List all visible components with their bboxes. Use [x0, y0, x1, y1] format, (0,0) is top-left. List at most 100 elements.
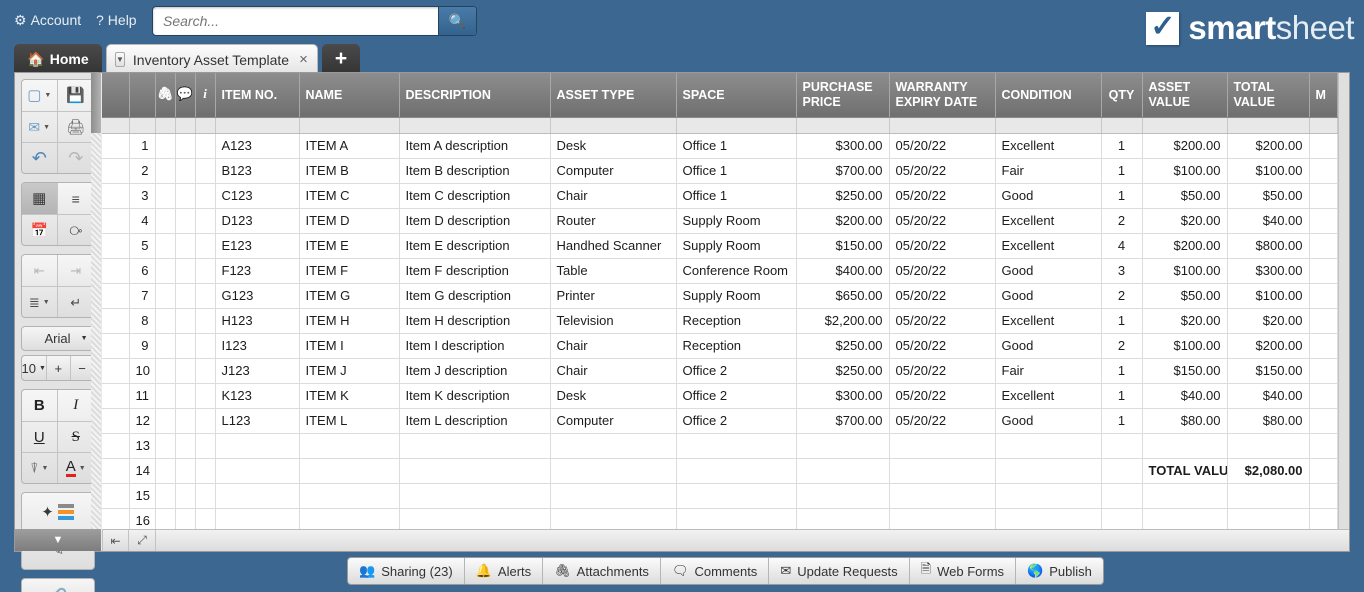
cell-asset_value[interactable]: $100.00 — [1142, 258, 1228, 284]
cell-condition[interactable]: Good — [995, 183, 1102, 209]
cell-item_no[interactable]: F123 — [215, 258, 300, 284]
row-handle[interactable] — [102, 283, 130, 309]
cell-asset_value[interactable]: $100.00 — [1142, 333, 1228, 359]
row-handle[interactable] — [102, 258, 130, 284]
cell-m[interactable] — [1309, 358, 1338, 384]
publish-button[interactable]: 🌎 Publish — [1015, 558, 1103, 584]
grid-view-button[interactable]: ▦ — [21, 183, 57, 214]
cell-m[interactable] — [1309, 133, 1338, 159]
cell-comment[interactable] — [175, 158, 196, 184]
table-row[interactable]: 5 E123 ITEM E Item E description Handhed Sca… — [102, 233, 1338, 259]
cell-info[interactable] — [195, 458, 216, 484]
cell-warranty[interactable]: 05/20/22 — [889, 208, 996, 234]
cell-name[interactable]: ITEM D — [299, 208, 400, 234]
print-button[interactable]: 🖨 — [57, 112, 94, 142]
cell-asset_value[interactable] — [1142, 433, 1228, 459]
cell-total_value[interactable]: $800.00 — [1227, 233, 1310, 259]
sharing-button[interactable]: 👥 Sharing (23) — [348, 558, 464, 584]
cell-description[interactable]: Item B description — [399, 158, 551, 184]
row-handle[interactable] — [102, 233, 130, 259]
column-header-comment[interactable]: 💬 — [175, 73, 196, 118]
cell-description[interactable]: Item I description — [399, 333, 551, 359]
cell-qty[interactable]: 1 — [1101, 158, 1143, 184]
cell-qty[interactable]: 2 — [1101, 208, 1143, 234]
cell-name[interactable]: ITEM K — [299, 383, 400, 409]
gantt-view-button[interactable]: ≡ — [57, 183, 94, 214]
undo-button[interactable]: ↶ — [22, 143, 58, 173]
row-handle[interactable] — [102, 408, 130, 434]
expand-all-button[interactable]: ⤢ — [129, 530, 156, 551]
cell-name[interactable]: ITEM F — [299, 258, 400, 284]
comments-button[interactable]: 🗨 Comments — [659, 558, 768, 584]
cell-purchase_price[interactable]: $300.00 — [796, 383, 890, 409]
cell-asset_type[interactable]: Printer — [550, 283, 677, 309]
cell-condition[interactable] — [995, 483, 1102, 509]
cell-warranty[interactable]: 05/20/22 — [889, 158, 996, 184]
cell-m[interactable] — [1309, 408, 1338, 434]
cell-item_no[interactable]: K123 — [215, 383, 300, 409]
account-menu[interactable]: ⚙ Account — [14, 12, 81, 29]
font-size-decrease-button[interactable]: − — [69, 356, 94, 380]
chevron-down-icon[interactable]: ▼ — [115, 52, 125, 67]
column-header-asset_type[interactable]: ASSET TYPE — [550, 73, 677, 118]
strikethrough-button[interactable]: S — [57, 422, 94, 452]
cell-qty[interactable]: 4 — [1101, 233, 1143, 259]
cell-purchase_price[interactable]: $2,200.00 — [796, 308, 890, 334]
cell-qty[interactable]: 3 — [1101, 258, 1143, 284]
cell-attach[interactable] — [155, 383, 176, 409]
cell-condition[interactable] — [995, 458, 1102, 484]
cell-warranty[interactable]: 05/20/22 — [889, 308, 996, 334]
cell-attach[interactable] — [155, 433, 176, 459]
cell-m[interactable] — [1309, 208, 1338, 234]
cell-qty[interactable]: 1 — [1101, 408, 1143, 434]
cell-info[interactable] — [195, 333, 216, 359]
cell-attach[interactable] — [155, 258, 176, 284]
cell-asset_value[interactable]: $20.00 — [1142, 208, 1228, 234]
cell-asset_value[interactable]: $20.00 — [1142, 308, 1228, 334]
font-size-select[interactable]: 10 ▼ — [22, 356, 46, 380]
cell-qty[interactable] — [1101, 433, 1143, 459]
cell-asset_value[interactable]: $200.00 — [1142, 233, 1228, 259]
card-view-button[interactable]: ⧂ — [57, 215, 94, 245]
attachments-button[interactable]: 🖇 Attachments — [542, 558, 660, 584]
cell-asset_type[interactable]: Handhed Scanner — [550, 233, 677, 259]
row-handle[interactable] — [102, 133, 130, 159]
cell-attach[interactable] — [155, 408, 176, 434]
cell-space[interactable]: Office 1 — [676, 158, 797, 184]
column-header-asset_value[interactable]: ASSET VALUE — [1142, 73, 1228, 118]
table-row[interactable]: 1 A123 ITEM A Item A description Desk Office … — [102, 133, 1338, 159]
column-header-warranty[interactable]: WARRANTY EXPIRY DATE — [889, 73, 996, 118]
cell-qty[interactable] — [1101, 483, 1143, 509]
cell-m[interactable] — [1309, 458, 1338, 484]
cell-item_no[interactable]: C123 — [215, 183, 300, 209]
alerts-button[interactable]: 🔔 Alerts — [463, 558, 542, 584]
cell-condition[interactable]: Excellent — [995, 208, 1102, 234]
row-handle[interactable] — [102, 308, 130, 334]
table-row[interactable]: 8 H123 ITEM H Item H description Television R… — [102, 308, 1338, 334]
cell-comment[interactable] — [175, 208, 196, 234]
cell-item_no[interactable]: B123 — [215, 158, 300, 184]
cell-qty[interactable]: 1 — [1101, 308, 1143, 334]
grid-vertical-scrollbar[interactable] — [1338, 73, 1349, 529]
cell-space[interactable]: Office 2 — [676, 408, 797, 434]
cell-description[interactable] — [399, 433, 551, 459]
cell-qty[interactable]: 1 — [1101, 358, 1143, 384]
column-header-m[interactable]: M — [1309, 73, 1338, 118]
cell-total_value[interactable]: $40.00 — [1227, 208, 1310, 234]
cell-space[interactable]: Reception — [676, 308, 797, 334]
cell-total_value[interactable]: $40.00 — [1227, 383, 1310, 409]
cell-comment[interactable] — [175, 283, 196, 309]
font-family-select[interactable]: Arial ▼ — [20, 326, 95, 351]
cell-m[interactable] — [1309, 158, 1338, 184]
table-row[interactable]: 11 K123 ITEM K Item K description Desk Office… — [102, 383, 1338, 409]
cell-name[interactable] — [299, 458, 400, 484]
cell-m[interactable] — [1309, 258, 1338, 284]
cell-space[interactable]: Supply Room — [676, 208, 797, 234]
cell-item_no[interactable]: L123 — [215, 408, 300, 434]
table-row[interactable]: 4 D123 ITEM D Item D description Router Suppl… — [102, 208, 1338, 234]
table-row[interactable]: 10 J123 ITEM J Item J description Chair Offic… — [102, 358, 1338, 384]
cell-comment[interactable] — [175, 383, 196, 409]
cell-condition[interactable]: Excellent — [995, 383, 1102, 409]
cell-space[interactable]: Reception — [676, 333, 797, 359]
cell-warranty[interactable]: 05/20/22 — [889, 183, 996, 209]
